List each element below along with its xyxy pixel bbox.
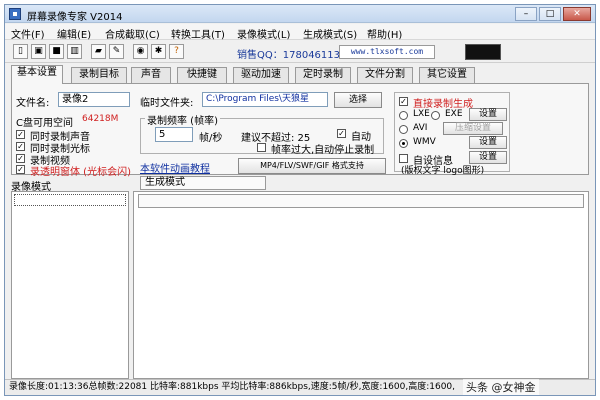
preview-box [465,44,501,60]
gen-mode-tab[interactable]: 生成模式 [140,176,266,190]
tab-sound[interactable]: 声音 [131,67,171,83]
radio-lxe[interactable] [399,111,408,120]
list-item[interactable] [14,194,126,206]
record-icon[interactable]: ▣ [31,44,46,59]
menu-gen-mode[interactable]: 生成模式(S) [303,26,357,41]
auto-fps-checkbox[interactable] [337,129,346,138]
generate-list[interactable] [133,191,589,379]
disk-value: 64218M [82,114,119,124]
radio-exe[interactable] [431,111,440,120]
tools-icon[interactable]: ✎ [109,44,124,59]
tab-driver[interactable]: 驱动加速 [233,67,289,83]
help-icon[interactable]: ? [169,44,184,59]
browse-button[interactable]: 选择 [334,92,382,108]
app-logo-icon [9,8,21,20]
temp-folder-label: 临时文件夹: [140,98,194,109]
generate-list-header [138,194,584,208]
generate-group: 直接录制生成 LXE EXE 设置 AVI 压缩设置 WMV 设置 自设信息 设… [394,92,510,176]
radio-avi-label: AVI [413,123,428,133]
app-window: 屏幕录像专家 V2014 – □ ✕ 文件(F) 编辑(E) 合成截取(C) 转… [4,4,596,396]
radio-exe-label: EXE [445,109,463,119]
tab-hotkey[interactable]: 快捷键 [177,67,227,83]
fps-group: 录制频率 (帧率) 5 帧/秒 建议不超过: 25 自动 帧率过大,自动停止录制 [140,112,384,156]
radio-lxe-label: LXE [413,109,430,119]
website-link[interactable]: www.tlxsoft.com [339,45,435,59]
tab-timer[interactable]: 定时录制 [295,67,351,83]
radio-wmv-label: WMV [413,137,436,147]
menu-edit[interactable]: 编辑(E) [57,26,91,41]
menu-file[interactable]: 文件(F) [11,26,45,41]
pause-icon[interactable]: ▥ [67,44,82,59]
sales-qq: 销售QQ：178046113 [237,50,341,61]
filename-label: 文件名: [16,98,50,109]
wmv-settings-button[interactable]: 设置 [469,136,507,149]
menu-convert[interactable]: 转换工具(T) [171,26,225,41]
tab-basic[interactable]: 基本设置 [11,65,63,84]
folder-icon[interactable]: ▰ [91,44,106,59]
menu-bar: 文件(F) 编辑(E) 合成截取(C) 转换工具(T) 录像模式(L) 生成模式… [5,24,595,41]
direct-gen-label: 直接录制生成 [413,99,473,110]
auto-stop-checkbox[interactable] [257,143,266,152]
globe-icon[interactable]: ◉ [133,44,148,59]
minimize-button[interactable]: – [515,7,537,21]
record-mode-list[interactable] [11,191,129,379]
menu-help[interactable]: 帮助(H) [367,26,402,41]
stop-icon[interactable]: ■ [49,44,64,59]
exe-settings-button[interactable]: 设置 [469,108,507,121]
menu-compose[interactable]: 合成截取(C) [105,26,160,41]
new-icon[interactable]: ▯ [13,44,28,59]
transparent-label: 录透明窗体 (光标会闪) [30,167,131,178]
fps-input[interactable]: 5 [155,127,193,142]
fps-unit: 帧/秒 [199,133,223,144]
temp-folder-input[interactable]: C:\Program Files\天狼星 [202,92,328,107]
radio-wmv[interactable] [399,139,408,148]
window-title: 屏幕录像专家 V2014 [27,12,123,23]
direct-gen-checkbox[interactable] [399,97,408,106]
basic-settings-panel: 文件名: 录像2 C盘可用空间 64218M 同时录制声音 同时录制光标 录制视… [11,83,589,178]
title-bar: 屏幕录像专家 V2014 – □ ✕ [5,5,595,23]
fps-group-title: 录制频率 (帧率) [145,112,220,127]
format-support-button[interactable]: MP4/FLV/SWF/GIF 格式支持 [238,158,386,174]
audio-checkbox[interactable] [16,130,25,139]
video-checkbox[interactable] [16,154,25,163]
disk-label: C盘可用空间 [16,118,73,129]
toolbar: ▯ ▣ ■ ▥ ▰ ✎ ◉ ✱ ? 销售QQ：178046113 www.tlx… [5,41,595,63]
tab-other[interactable]: 其它设置 [419,67,475,83]
watermark: 头条 @女神金 [463,379,539,395]
maximize-button[interactable]: □ [539,7,561,21]
cursor-checkbox[interactable] [16,142,25,151]
radio-avi[interactable] [399,125,408,134]
close-button[interactable]: ✕ [563,7,591,21]
tutorial-link[interactable]: 本软件动画教程 [140,160,210,175]
gift-icon[interactable]: ✱ [151,44,166,59]
auto-stop-label: 帧率过大,自动停止录制 [271,145,375,156]
tab-target[interactable]: 录制目标 [71,67,127,83]
tab-split[interactable]: 文件分割 [357,67,413,83]
menu-record-mode[interactable]: 录像模式(L) [237,26,290,41]
custom-info-checkbox[interactable] [399,154,408,163]
compress-settings-button[interactable]: 压缩设置 [443,122,503,135]
transparent-checkbox[interactable] [16,165,25,174]
filename-input[interactable]: 录像2 [58,92,130,107]
copyright-label: (版权文字 logo图形) [401,166,485,176]
